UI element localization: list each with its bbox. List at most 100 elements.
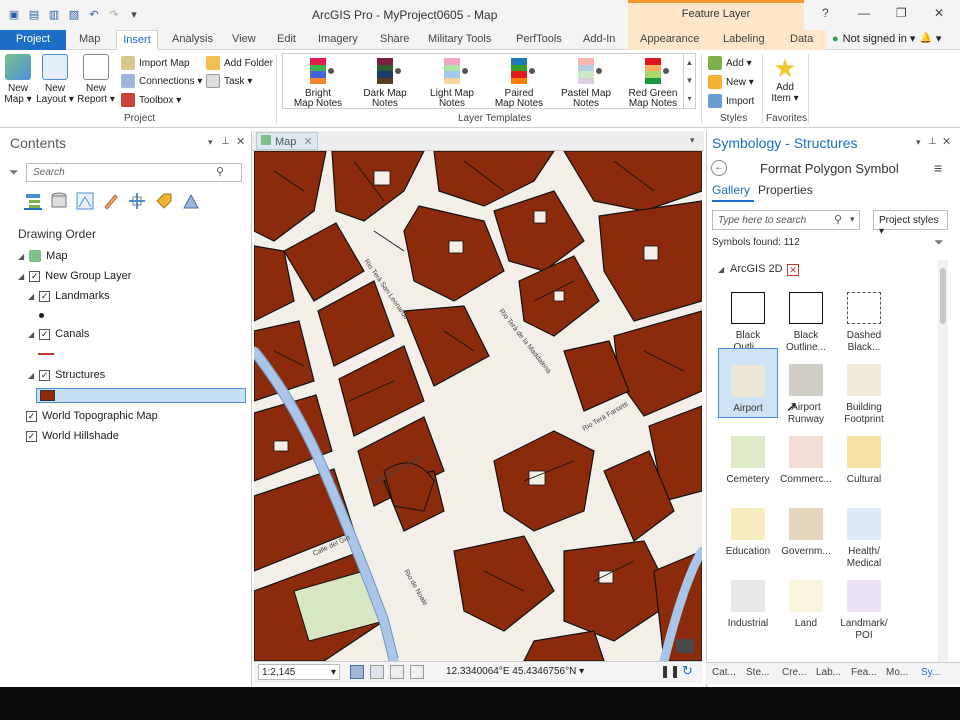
layer-template-button[interactable]: Light Map Notes (419, 58, 485, 109)
map-scale-select[interactable]: 1:2,145 ▾ (258, 664, 340, 680)
pause-drawing-icon[interactable]: ❚❚ (660, 664, 680, 678)
gallery-scroll-thumb[interactable] (940, 268, 946, 324)
symbol-item[interactable]: Dashed Black... (834, 282, 894, 354)
symbol-item[interactable]: Black Outli... (718, 282, 778, 354)
new-layout-button[interactable]: New Layout ▾ (36, 54, 74, 105)
new-report-button[interactable]: New Report ▾ (77, 54, 115, 105)
contents-search-input[interactable]: Search (26, 163, 242, 182)
tab-modify[interactable]: Mo... (886, 667, 908, 678)
save-icon[interactable]: ▥ (46, 6, 62, 22)
symbol-item[interactable]: Health/ Medical (834, 498, 894, 570)
layer-template-button[interactable]: Red Green Map Notes (620, 58, 686, 109)
grid-icon[interactable] (370, 665, 384, 679)
pane-options-icon[interactable]: ▾ (208, 137, 213, 148)
filter-icon[interactable]: ⏷ (934, 235, 944, 250)
tab-symbology[interactable]: Sy... (921, 667, 940, 678)
tab-create[interactable]: Cre... (782, 667, 806, 678)
symbol-item[interactable]: Landmark/ POI (834, 570, 894, 642)
redo-icon[interactable]: ↷ (106, 6, 122, 22)
tree-item-structures[interactable]: ◢ ✓ Structures (28, 369, 105, 381)
symbol-item[interactable]: Land (776, 570, 836, 630)
map-coordinates[interactable]: 12.3340064°E 45.4346756°N ▾ (446, 666, 584, 677)
list-by-labeling-icon[interactable] (155, 192, 173, 210)
layer-template-button[interactable]: Bright Map Notes (285, 58, 351, 109)
list-by-perspective-icon[interactable] (182, 192, 200, 210)
tab-labeling-pane[interactable]: Lab... (816, 667, 841, 678)
tree-item-group[interactable]: ◢ ✓ New Group Layer (18, 270, 131, 282)
pin-icon[interactable]: ⊥ (221, 136, 230, 147)
tab-gallery[interactable]: Gallery (712, 183, 750, 197)
tab-data[interactable]: Data (790, 33, 813, 45)
tab-perftools[interactable]: PerfTools (516, 33, 562, 45)
account-area[interactable]: ● Not signed in ▾ 🔔 ▾ (832, 32, 942, 46)
add-item-button[interactable]: ★ Add Item ▾ (766, 54, 804, 104)
undo-icon[interactable]: ↶ (86, 6, 102, 22)
map-overlay-button[interactable] (676, 639, 694, 653)
open-folder-icon[interactable]: ▤ (26, 6, 42, 22)
tab-military-tools[interactable]: Military Tools (428, 33, 491, 45)
styles-import-button[interactable]: Import (708, 94, 754, 108)
sign-in-status[interactable]: Not signed in ▾ (843, 32, 916, 45)
symbol-item[interactable]: Education (718, 498, 778, 558)
visibility-checkbox[interactable]: ✓ (39, 290, 51, 302)
collapse-icon[interactable]: ◢ (28, 371, 34, 380)
style-group-heading[interactable]: ArcGIS 2D (730, 263, 783, 275)
search-icon[interactable]: ⚲ (834, 213, 842, 226)
remove-style-icon[interactable]: ✕ (787, 264, 799, 276)
structures-symbol-swatch[interactable] (40, 390, 55, 401)
layer-template-button[interactable]: Pastel Map Notes (553, 58, 619, 109)
notification-icon[interactable]: 🔔 (919, 33, 931, 44)
canals-symbol[interactable] (38, 353, 54, 355)
structures-symbol-row[interactable] (36, 388, 246, 403)
filter-icon[interactable]: ⏷ (9, 165, 19, 180)
symbol-item[interactable]: Governm... (776, 498, 836, 558)
ribbon-options-caret[interactable]: ▾ (936, 32, 942, 45)
collapse-icon[interactable]: ◢ (718, 265, 724, 274)
list-by-selection-icon[interactable] (76, 192, 94, 210)
gallery-scroll[interactable]: ▲ ▼ ▾ (683, 54, 695, 108)
visibility-checkbox[interactable]: ✓ (26, 410, 37, 422)
import-map-button[interactable]: Import Map (121, 56, 190, 70)
collapse-icon[interactable]: ◢ (18, 272, 24, 281)
collapse-icon[interactable]: ◢ (28, 330, 34, 339)
symbol-item[interactable]: Building Footprint (834, 354, 894, 426)
tab-catalog[interactable]: Cat... (712, 667, 736, 678)
tree-item-landmarks[interactable]: ◢ ✓ Landmarks (28, 290, 110, 302)
list-by-source-icon[interactable] (50, 192, 68, 210)
styles-add-button[interactable]: Add ▾ (708, 56, 752, 70)
list-by-snapping-icon[interactable] (128, 192, 146, 210)
tab-analysis[interactable]: Analysis (172, 33, 213, 45)
minimize-button[interactable]: — (858, 6, 870, 20)
restore-button[interactable]: ❐ (896, 6, 907, 20)
new-project-icon[interactable]: ▣ (6, 6, 22, 22)
tab-share[interactable]: Share (380, 33, 409, 45)
list-by-editing-icon[interactable] (102, 192, 120, 210)
visibility-checkbox[interactable]: ✓ (26, 430, 37, 442)
tree-item-canals[interactable]: ◢ ✓ Canals (28, 328, 89, 340)
tab-feature[interactable]: Fea... (851, 667, 877, 678)
visibility-checkbox[interactable]: ✓ (39, 328, 51, 340)
tree-item-topo[interactable]: ✓ World Topographic Map (26, 410, 158, 422)
close-button[interactable]: ✕ (934, 6, 944, 20)
layer-template-button[interactable]: Paired Map Notes (486, 58, 552, 109)
search-icon[interactable]: ⚲ (216, 165, 224, 178)
list-by-drawing-order-icon[interactable] (24, 192, 42, 210)
symbol-item[interactable]: Industrial (718, 570, 778, 630)
layout-icon[interactable] (410, 665, 424, 679)
tab-add-in[interactable]: Add-In (583, 33, 615, 45)
tab-map[interactable]: Map (79, 33, 100, 45)
tab-edit[interactable]: Edit (277, 33, 296, 45)
layer-template-button[interactable]: Dark Map Notes (352, 58, 418, 109)
search-options-caret[interactable]: ▾ (850, 214, 855, 225)
symbol-item[interactable]: Commerc... (776, 426, 836, 486)
tab-map-view[interactable]: Map ✕ (256, 132, 318, 150)
project-styles-dropdown[interactable]: Project styles ▾ (873, 210, 948, 237)
symbol-item[interactable]: Cemetery (718, 426, 778, 486)
symbol-item[interactable]: Airport Runway (776, 354, 836, 426)
tree-item-hillshade[interactable]: ✓ World Hillshade (26, 430, 119, 442)
tab-insert[interactable]: Insert (116, 30, 158, 51)
menu-icon[interactable]: ≡ (934, 160, 942, 176)
task-button[interactable]: Task ▾ (206, 74, 252, 88)
symbology-close-icon[interactable]: ✕ (942, 135, 951, 148)
map-view[interactable]: Rio Terà San Leonardo Rio Terà de la Mad… (254, 151, 702, 661)
